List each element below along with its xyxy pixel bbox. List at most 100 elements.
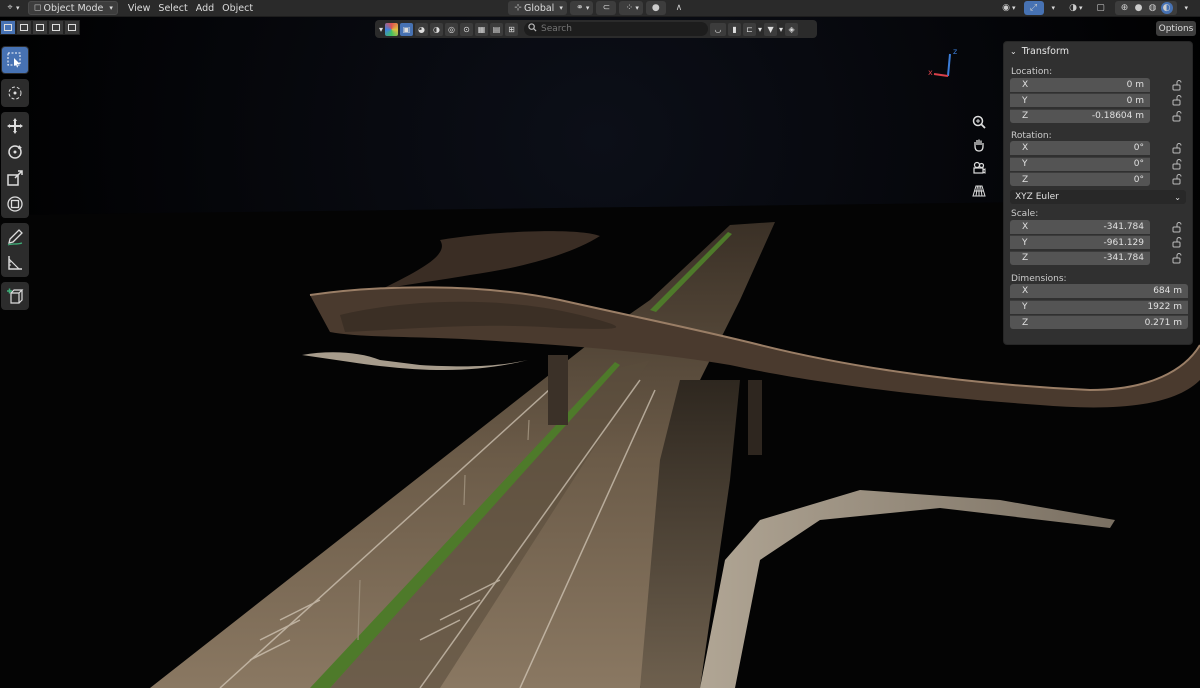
axis-label: Z: [1022, 174, 1029, 185]
rotate-tool[interactable]: [2, 139, 28, 165]
falloff-dropdown[interactable]: ∧: [669, 1, 689, 15]
rotation-x-row: X 0°: [1004, 141, 1192, 157]
hierarchy-icon[interactable]: ⊏: [743, 22, 757, 36]
sync-icon[interactable]: ◡: [710, 22, 727, 36]
orientation-label: Global: [524, 2, 555, 14]
select-extend-button[interactable]: [16, 20, 32, 35]
chevron-down-icon[interactable]: ▾: [758, 25, 762, 34]
rotation-x-field[interactable]: X 0°: [1010, 141, 1150, 156]
gizmo-dropdown[interactable]: ▾: [1048, 1, 1060, 15]
rendered-shading-icon[interactable]: ◐: [1160, 2, 1173, 14]
scene-filter-icon[interactable]: ⊙: [460, 22, 474, 36]
cursor-tool[interactable]: [2, 80, 28, 106]
location-z-field[interactable]: Z -0.18604 m: [1010, 108, 1150, 123]
perspective-toggle-button[interactable]: [968, 179, 990, 202]
scale-y-field[interactable]: Y -961.129: [1010, 235, 1150, 250]
unlock-icon[interactable]: [1171, 79, 1183, 91]
shield-icon[interactable]: ◈: [785, 22, 799, 36]
unlock-icon[interactable]: [1171, 221, 1183, 233]
select-new-button[interactable]: [0, 20, 16, 35]
pivot-point-dropdown[interactable]: ⚭ ▾: [569, 1, 594, 15]
output-filter-icon[interactable]: ⊞: [505, 22, 519, 36]
filter-funnel-icon[interactable]: ▼: [764, 22, 778, 36]
transform-orientation-dropdown[interactable]: ⊹ Global ▾: [508, 1, 567, 15]
overlays-icon: ◑: [1069, 3, 1077, 13]
unlock-icon[interactable]: [1171, 142, 1183, 154]
bookmark-icon[interactable]: ▮: [728, 22, 742, 36]
navigation-gizmo[interactable]: z x: [926, 46, 962, 82]
scale-z-field[interactable]: Z -341.784: [1010, 250, 1150, 265]
menu-view[interactable]: View: [124, 1, 155, 15]
field-value: -341.784: [1103, 253, 1144, 264]
field-value: 0.271 m: [1144, 317, 1182, 328]
chevron-down-icon[interactable]: ▾: [779, 25, 783, 34]
annotate-tool[interactable]: [2, 224, 28, 250]
rotation-label: Rotation:: [1011, 130, 1052, 141]
solid-shading-icon[interactable]: ●: [1133, 2, 1145, 14]
measure-tool[interactable]: [2, 250, 28, 276]
axis-label: Z: [1022, 111, 1029, 122]
snap-target-dropdown[interactable]: ⁘ ▾: [619, 1, 643, 15]
dimensions-z-field[interactable]: Z 0.271 m: [1010, 315, 1188, 330]
add-cube-tool[interactable]: [2, 283, 28, 309]
pan-button[interactable]: [968, 133, 990, 156]
unlock-icon[interactable]: [1171, 236, 1183, 248]
options-button[interactable]: Options: [1156, 21, 1196, 36]
search-input[interactable]: [541, 24, 702, 34]
scale-label: Scale:: [1011, 209, 1039, 219]
menu-select[interactable]: Select: [154, 1, 191, 15]
unlock-icon[interactable]: [1171, 94, 1183, 106]
gizmo-x-label: x: [928, 68, 933, 77]
menu-add[interactable]: Add: [192, 1, 218, 15]
dimensions-y-field[interactable]: Y 1922 m: [1010, 299, 1188, 314]
location-x-field[interactable]: X 0 m: [1010, 77, 1150, 92]
visibility-dropdown[interactable]: ◉ ▾: [996, 1, 1020, 15]
overlays-toggle[interactable]: ◑ ▾: [1063, 1, 1087, 15]
axis-label: Y: [1022, 95, 1028, 106]
material-shading-icon[interactable]: ◍: [1147, 2, 1159, 14]
object-mode-dropdown[interactable]: ◻ Object Mode ▾: [27, 1, 118, 15]
editor-type-button[interactable]: ⌖ ▾: [0, 1, 24, 15]
unlock-icon[interactable]: [1171, 158, 1183, 170]
gizmo-z-label: z: [953, 47, 957, 56]
material-filter-icon[interactable]: ◕: [415, 22, 429, 36]
field-value: -961.129: [1103, 237, 1144, 248]
shading-filter-icon[interactable]: ◑: [430, 22, 444, 36]
rotation-z-field[interactable]: Z 0°: [1010, 172, 1150, 187]
rotation-mode-dropdown[interactable]: XYZ Euler ⌄: [1010, 190, 1186, 204]
transform-panel-header[interactable]: ⌄ Transform: [1004, 42, 1192, 60]
camera-view-button[interactable]: [968, 156, 990, 179]
select-box-tool[interactable]: [2, 47, 28, 73]
select-subtract-button[interactable]: [32, 20, 48, 35]
xray-toggle[interactable]: ▢: [1091, 1, 1111, 15]
scale-x-field[interactable]: X -341.784: [1010, 219, 1150, 234]
transform-tool[interactable]: [2, 191, 28, 217]
location-y-field[interactable]: Y 0 m: [1010, 93, 1150, 108]
menu-object[interactable]: Object: [218, 1, 257, 15]
scale-z-row: Z -341.784: [1004, 250, 1192, 266]
scale-tool[interactable]: [2, 165, 28, 191]
wireframe-shading-icon[interactable]: ⊕: [1119, 2, 1131, 14]
camera-filter-icon[interactable]: ▤: [490, 22, 504, 36]
unlock-icon[interactable]: [1171, 173, 1183, 185]
color-ball-icon[interactable]: [385, 22, 399, 36]
rotation-y-field[interactable]: Y 0°: [1010, 156, 1150, 171]
gizmo-toggle[interactable]: ⤢: [1023, 1, 1044, 15]
shading-dropdown[interactable]: ▾: [1181, 1, 1193, 15]
move-tool[interactable]: [2, 113, 28, 139]
unlock-icon[interactable]: [1171, 110, 1183, 122]
render-filter-icon[interactable]: ▦: [475, 22, 489, 36]
object-filter-icon[interactable]: ▣: [400, 22, 414, 36]
select-invert-button[interactable]: [48, 20, 64, 35]
select-intersect-button[interactable]: [64, 20, 80, 35]
dimensions-x-field[interactable]: X 684 m: [1010, 284, 1188, 299]
unlock-icon[interactable]: [1171, 252, 1183, 264]
snap-toggle[interactable]: ⊂: [596, 1, 617, 15]
outliner-filter-bar: ▾ ▣ ◕ ◑ ◎ ⊙ ▦ ▤ ⊞ ◡ ▮ ⊏ ▾ ▼ ▾ ◈: [375, 20, 817, 38]
zoom-button[interactable]: [968, 110, 990, 133]
world-filter-icon[interactable]: ◎: [445, 22, 459, 36]
chevron-down-icon[interactable]: ▾: [379, 25, 383, 34]
search-box[interactable]: [524, 22, 709, 36]
shading-mode-group[interactable]: ⊕ ● ◍ ◐: [1114, 1, 1177, 15]
proportional-editing-toggle[interactable]: ●: [645, 1, 666, 15]
